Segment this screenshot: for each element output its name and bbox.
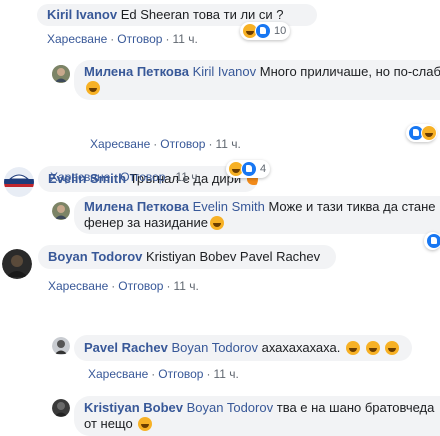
laughing-emoji-icon [365,341,380,355]
avatar[interactable] [4,167,34,197]
comment-actions: Харесване · Отговор · 11 ч. [50,170,201,184]
comment-actions: Харесване · Отговор · 11 ч. [48,279,199,293]
like-reaction-icon [426,233,440,249]
reply-button[interactable]: Отговор [158,367,203,381]
comment-bubble: Pavel Rachev Boyan Todorov ахахахахаха. [74,335,412,361]
comment-time[interactable]: 11 ч. [213,367,238,381]
comment-text: тва е на шано братовчеда [276,400,435,415]
mention-link[interactable]: Boyan Todorov [187,400,274,415]
like-button[interactable]: Харесване [47,32,107,46]
comment-text: Много приличаше, но по-слаб [259,64,440,79]
comment-bubble: Kristiyan Bobev Boyan Todorov тва е на ш… [74,396,440,436]
comment-bubble: Милена Петкова Kiril Ivanov Много прилич… [74,60,440,100]
laughing-emoji-icon [385,341,400,355]
haha-reaction-icon [421,125,437,141]
comment-text-line2: от нещо [84,416,133,431]
comment-bubble: Boyan Todorov Kristiyan Bobev Pavel Rach… [38,245,336,269]
like-reaction-icon [255,23,271,39]
reply-button[interactable]: Отговор [118,279,163,293]
like-reaction-icon [241,161,257,177]
comment-text: Може и тази тиква да стане [268,199,436,214]
reaction-summary[interactable]: 4 [226,160,271,178]
comment-time[interactable]: 11 ч. [173,279,198,293]
reaction-count: 4 [260,163,267,175]
laughing-emoji-icon [86,81,100,95]
like-button[interactable]: Харесване [88,367,148,381]
avatar[interactable] [52,337,70,355]
avatar[interactable] [52,399,70,417]
reaction-summary[interactable]: 10 [240,22,291,40]
like-button[interactable]: Харесване [50,170,110,184]
avatar[interactable] [2,249,32,279]
comment-actions: Харесване · Отговор · 11 ч. [90,137,241,151]
reply-button[interactable]: Отговор [120,170,165,184]
mention-link[interactable]: Evelin Smith [193,199,265,214]
comment-text-line2: фенер за назидание [84,215,208,230]
avatar[interactable] [52,202,70,220]
comment-author[interactable]: Милена Петкова [84,199,189,214]
reply-button[interactable]: Отговор [160,137,205,151]
comment-time[interactable]: 11 ч. [215,137,240,151]
comment-author[interactable]: Boyan Todorov [48,249,142,264]
smiling-emoji-icon [209,216,224,230]
reply-button[interactable]: Отговор [117,32,162,46]
laughing-emoji-icon [138,417,153,431]
laughing-emoji-icon [345,341,360,355]
comment-author[interactable]: Милена Петкова [84,64,189,79]
comment-time[interactable]: 11 ч. [175,170,200,184]
comment-author[interactable]: Kristiyan Bobev [84,400,183,415]
mention-link[interactable]: Boyan Todorov [171,340,258,355]
comment-author[interactable]: Pavel Rachev [84,340,168,355]
comment-actions: Харесване · Отговор · 11 ч. [88,367,239,381]
like-button[interactable]: Харесване [90,137,150,151]
like-button[interactable]: Харесване [48,279,108,293]
avatar[interactable] [52,65,70,83]
reaction-summary[interactable] [424,232,440,250]
reaction-count: 10 [274,25,287,37]
comment-text: Ed Sheeran това ти ли си ? [120,7,284,22]
comment-bubble: Милена Петкова Evelin Smith Може и тази … [74,196,440,234]
comment-text[interactable]: Kristiyan Bobev Pavel Rachev [146,249,320,264]
comment-author[interactable]: Kiril Ivanov [47,7,117,22]
comment-time[interactable]: 11 ч. [172,32,197,46]
comment-text: ахахахахаха. [261,340,341,355]
comment-actions: Харесване · Отговор · 11 ч. [47,32,198,46]
mention-link[interactable]: Kiril Ivanov [193,64,257,79]
reaction-summary[interactable] [406,124,437,142]
